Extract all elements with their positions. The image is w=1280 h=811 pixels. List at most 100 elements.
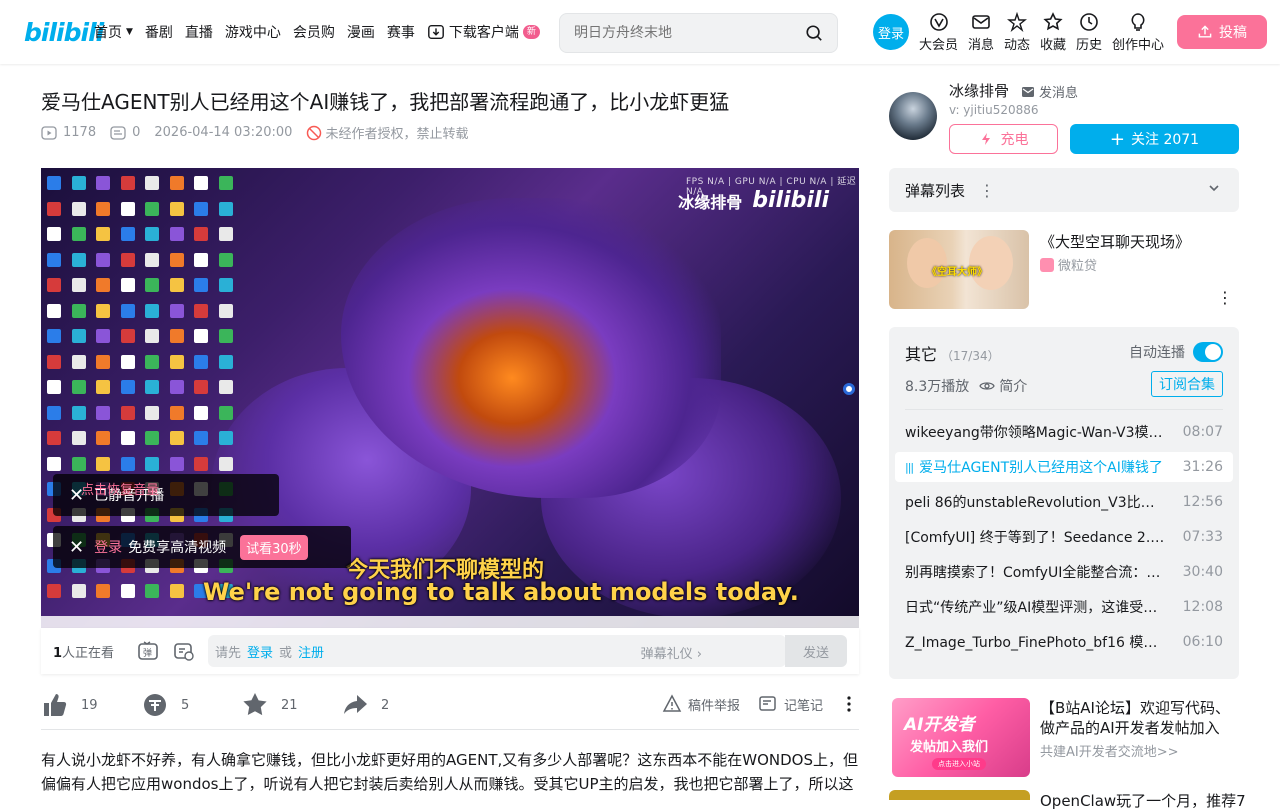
autoplay-toggle[interactable]: 自动连播 [1129,342,1223,362]
nav-dynamic-label: 动态 [1004,38,1031,53]
desktop-app-icon [218,201,233,216]
recommend-item[interactable]: OpenClaw玩了一个月，推荐7 [889,790,1246,810]
coin-button[interactable]: 5 [141,691,189,719]
report-button[interactable]: 稿件举报 [662,694,740,714]
login-link[interactable]: 登录 [94,537,122,557]
nav-anime-label: 番剧 [144,25,173,41]
restore-volume-link[interactable]: 点击恢复音量 [81,479,159,498]
nav-home[interactable]: 首页 ▼ [94,22,133,42]
chevron-down-icon[interactable] [1207,181,1221,195]
subscribe-collection-button[interactable]: 订阅合集 [1151,371,1223,397]
episode-duration: 30:40 [1182,564,1223,580]
nav-game-center[interactable]: 游戏中心 [225,22,281,42]
more-vertical-icon[interactable]: ⋮ [1217,288,1233,307]
nav-history[interactable]: 历史 [1076,12,1102,53]
episode-item[interactable]: 日式“传统产业”级AI模型评测，这谁受得了 12:08 [895,592,1233,622]
send-danmaku-button[interactable]: 发送 [785,635,847,667]
desktop-app-icon [71,201,86,216]
ad-thumbnail[interactable]: 《空耳大师》 [889,230,1029,309]
desktop-taskbar [41,616,859,628]
desktop-app-icon [169,354,184,369]
copyright-notice: 未经作者授权，禁止转载 [306,123,468,142]
uploader-name[interactable]: 冰缘排骨 [949,80,1009,101]
danmaku-etiquette-link[interactable]: 弹幕礼仪 › [641,643,702,662]
danmaku-list-panel[interactable]: 弹幕列表 ⋮ [889,168,1239,212]
search-input[interactable] [574,25,794,41]
login-hd-notice: ✕ 登录 免费享高清视频 试看30秒 [53,526,351,568]
search-icon[interactable] [805,24,823,42]
ad-title[interactable]: 《大型空耳聊天现场》 [1040,231,1190,252]
episode-item[interactable]: ||| 爱马仕AGENT别人已经用这个AI赚钱了 31:26 [895,452,1233,482]
recommend-source[interactable]: 共建AI开发者交流地>> [1040,741,1179,760]
upload-button[interactable]: 投稿 [1177,15,1267,49]
uploader-avatar[interactable] [889,92,937,140]
nav-favorites[interactable]: 收藏 [1040,12,1066,53]
desktop-app-icon [120,380,135,394]
ad-card[interactable]: 《空耳大师》 《大型空耳聊天现场》 微粒贷 ⋮ [889,230,1239,310]
nav-esports[interactable]: 赛事 [387,22,415,42]
danmaku-prefix: 请先 [215,645,242,661]
favorite-button[interactable]: 21 [241,691,298,719]
episode-title: Z_Image_Turbo_FinePhoto_bf16 模型测试 [905,635,1167,651]
coin-icon [144,694,166,716]
login-avatar-button[interactable]: 登录 [873,14,909,50]
danmaku-settings-icon[interactable] [173,640,195,662]
nav-vip[interactable]: 大会员 [919,12,958,53]
autoplay-switch[interactable] [1193,342,1223,362]
charge-button[interactable]: 充电 [949,124,1058,154]
send-message-link[interactable]: 发消息 [1021,82,1078,101]
nav-shop[interactable]: 会员购 [293,22,335,42]
danmaku-login-link[interactable]: 登录 [247,642,273,661]
eye-icon [979,382,995,390]
desktop-app-icon [194,456,208,471]
playing-indicator-icon: ||| [905,460,914,474]
nav-anime[interactable]: 番剧 [145,22,173,42]
upload-label: 投稿 [1219,25,1247,41]
more-vertical-icon[interactable]: ⋮ [979,181,995,200]
like-button[interactable]: 19 [41,691,98,719]
charge-label: 充电 [1000,132,1029,148]
danmaku-toggle-icon[interactable]: 弹 [137,640,159,662]
nav-messages[interactable]: 消息 [968,12,994,53]
nav-dynamic[interactable]: 动态 [1004,12,1030,53]
episode-item[interactable]: Z_Image_Turbo_FinePhoto_bf16 模型测试 06:10 [895,627,1233,657]
share-button[interactable]: 2 [341,691,389,719]
desktop-app-icon [218,354,233,369]
watermark-name: 冰缘排骨 [678,192,743,212]
record-indicator-icon [843,383,855,395]
nav-download-client[interactable]: 下载客户端 新 [427,22,540,42]
recommend-thumbnail[interactable] [889,790,1030,800]
forbidden-icon [307,125,322,140]
try-30s-button[interactable]: 试看30秒 [240,534,308,560]
recommend-title[interactable]: 【B站AI论坛】欢迎写代码、做产品的AI开发者发帖加入 [1040,698,1240,738]
danmaku-register-link[interactable]: 注册 [298,642,324,661]
desktop-app-icon [145,380,159,394]
follow-button[interactable]: + 关注 2071 [1070,124,1239,154]
desktop-app-icon [71,329,86,343]
recommend-title[interactable]: OpenClaw玩了一个月，推荐7 [1040,790,1246,811]
nav-manga[interactable]: 漫画 [347,22,375,42]
episode-item[interactable]: [ComfyUI] 终于等到了！Seedance 2.0 来了 07:33 [895,522,1233,552]
clock-icon [1080,13,1098,31]
episode-item[interactable]: wikeeyang带你领略Magic-Wan-V3模型的魅力 08:07 [895,417,1233,447]
collection-intro-link[interactable]: 简介 [979,376,1027,396]
danmaku-input[interactable]: 请先 登录 或 注册 弹幕礼仪 › [208,635,786,667]
nav-creator-center[interactable]: 创作中心 [1112,12,1164,53]
subtitle-en: We're not going to talk about models tod… [203,578,799,606]
nav-download-label: 下载客户端 [448,25,519,41]
close-icon[interactable]: ✕ [69,537,84,558]
search-box[interactable] [559,13,838,53]
desktop-app-icon [47,431,61,445]
nav-live[interactable]: 直播 [185,22,213,42]
recommend-item[interactable]: AI开发者 发帖加入我们 点击进入小站 【B站AI论坛】欢迎写代码、做产品的AI… [889,697,1239,779]
video-player[interactable]: FPS N/A | GPU N/A | CPU N/A | 延迟 N/A 冰缘排… [41,168,859,628]
episode-item[interactable]: peli 86的unstableRevolution_V3比原版更好用 12:56 [895,487,1233,517]
report-label: 稿件举报 [688,698,741,714]
desktop-app-icon [71,380,86,394]
more-options-icon[interactable] [839,694,865,714]
bilibili-logo[interactable]: bilibili [24,18,104,47]
nav-favorites-label: 收藏 [1040,38,1067,53]
recommend-thumbnail[interactable]: AI开发者 发帖加入我们 点击进入小站 [892,698,1030,777]
note-button[interactable]: 记笔记 [758,694,823,714]
episode-item[interactable]: 别再瞎摸索了！ComfyUI全能整合流：一键出图 30:40 [895,557,1233,587]
